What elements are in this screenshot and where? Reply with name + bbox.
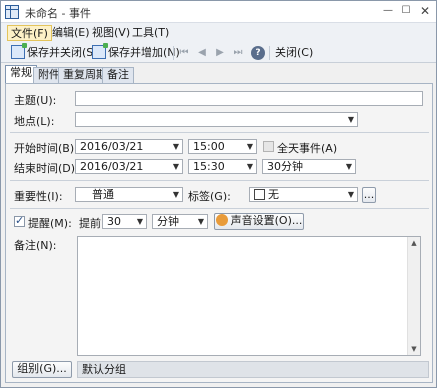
- reminder-amount-combobox[interactable]: 30 ▼: [102, 214, 147, 229]
- group-field: 默认分组: [77, 361, 429, 378]
- toolbar: 保存并关闭(S) 保存并增加(N) ⏮ ◀ ▶ ⏭ ? 关闭(C): [1, 43, 436, 63]
- notes-label: 备注(N):: [14, 239, 57, 252]
- scroll-down-icon[interactable]: ▼: [408, 343, 420, 355]
- duration-combobox[interactable]: 30分钟 ▼: [262, 159, 356, 174]
- help-icon[interactable]: ?: [251, 46, 265, 60]
- reminder-checkbox[interactable]: [14, 214, 25, 227]
- tab-notes[interactable]: 备注: [102, 67, 134, 83]
- end-time-value: 15:30: [193, 160, 225, 173]
- importance-label: 重要性(I):: [14, 190, 63, 203]
- toolbar-separator: [269, 46, 270, 60]
- location-combobox[interactable]: ▼: [75, 112, 358, 127]
- menu-edit[interactable]: 编辑(E): [49, 25, 93, 41]
- all-day-checkbox[interactable]: [263, 141, 274, 152]
- reminder-label: 提醒(M):: [28, 217, 72, 230]
- end-time-label: 结束时间(D):: [14, 162, 79, 175]
- end-date-value: 2016/03/21: [80, 160, 144, 173]
- reminder-unit-value: 分钟: [157, 215, 179, 228]
- save-close-button[interactable]: 保存并关闭(S): [11, 43, 98, 61]
- reminder-unit-combobox[interactable]: 分钟 ▼: [152, 214, 208, 229]
- chevron-down-icon[interactable]: ▼: [173, 188, 179, 201]
- menu-bar: 文件(F) 编辑(E) 视图(V) 工具(T): [1, 23, 436, 43]
- chevron-down-icon[interactable]: ▼: [247, 140, 253, 153]
- tag-label: 标签(G):: [188, 190, 231, 203]
- save-new-button[interactable]: 保存并增加(N): [92, 43, 180, 61]
- event-window: 未命名 - 事件 — ☐ ✕ 文件(F) 编辑(E) 视图(V) 工具(T) 保…: [0, 0, 437, 388]
- toolbar-separator: [173, 46, 174, 60]
- divider: [10, 208, 429, 209]
- sound-settings-button[interactable]: 声音设置(O)...: [214, 213, 304, 230]
- start-time-picker[interactable]: 15:00 ▼: [188, 139, 257, 154]
- importance-value: 普通: [92, 188, 114, 201]
- sound-icon: [215, 214, 228, 226]
- close-icon[interactable]: ✕: [418, 4, 432, 18]
- notes-scrollbar[interactable]: ▲ ▼: [407, 237, 420, 355]
- importance-combobox[interactable]: 普通 ▼: [75, 187, 183, 202]
- tag-value: 无: [268, 188, 279, 201]
- chevron-down-icon[interactable]: ▼: [346, 160, 352, 173]
- all-day-label: 全天事件(A): [277, 142, 338, 155]
- chevron-down-icon[interactable]: ▼: [173, 160, 179, 173]
- tag-combobox[interactable]: 无 ▼: [249, 187, 358, 202]
- tag-more-button[interactable]: ...: [362, 187, 376, 203]
- last-record-icon[interactable]: ⏭: [231, 46, 245, 60]
- subject-input[interactable]: [75, 91, 423, 106]
- start-date-value: 2016/03/21: [80, 140, 144, 153]
- next-record-icon[interactable]: ▶: [213, 46, 227, 60]
- start-date-picker[interactable]: 2016/03/21 ▼: [75, 139, 183, 154]
- window-title: 未命名 - 事件: [25, 7, 91, 20]
- save-close-icon: [11, 43, 27, 59]
- notes-textarea[interactable]: ▲ ▼: [77, 236, 421, 356]
- start-time-label: 开始时间(B):: [14, 142, 78, 155]
- scroll-up-icon[interactable]: ▲: [408, 237, 420, 249]
- chevron-down-icon[interactable]: ▼: [137, 215, 143, 228]
- divider: [10, 132, 429, 133]
- reminder-amount-value: 30: [107, 215, 121, 228]
- menu-tools[interactable]: 工具(T): [129, 25, 172, 41]
- tag-color-swatch: [254, 189, 265, 200]
- title-bar: 未命名 - 事件 — ☐ ✕: [1, 1, 436, 23]
- subject-label: 主题(U):: [14, 94, 57, 107]
- previous-record-icon[interactable]: ◀: [195, 46, 209, 60]
- first-record-icon[interactable]: ⏮: [177, 46, 191, 60]
- sound-settings-label: 声音设置(O)...: [230, 214, 303, 227]
- group-button[interactable]: 组别(G)...: [12, 361, 72, 378]
- calendar-grid-icon: [5, 5, 19, 19]
- start-time-value: 15:00: [193, 140, 225, 153]
- close-button[interactable]: 关闭(C): [275, 45, 313, 61]
- save-close-label: 保存并关闭(S): [27, 46, 98, 59]
- menu-view[interactable]: 视图(V): [89, 25, 133, 41]
- chevron-down-icon[interactable]: ▼: [173, 140, 179, 153]
- menu-file[interactable]: 文件(F): [7, 25, 52, 41]
- chevron-down-icon[interactable]: ▼: [198, 215, 204, 228]
- chevron-down-icon[interactable]: ▼: [348, 113, 354, 126]
- location-label: 地点(L):: [14, 115, 55, 128]
- minimize-icon[interactable]: —: [381, 4, 395, 18]
- duration-value: 30分钟: [267, 160, 303, 173]
- end-date-picker[interactable]: 2016/03/21 ▼: [75, 159, 183, 174]
- general-panel: 主题(U): 地点(L): ▼ 开始时间(B): 2016/03/21 ▼ 15…: [5, 83, 433, 383]
- tab-strip: 常规 附件 重复周期 备注: [1, 65, 436, 83]
- save-new-icon: [92, 43, 108, 59]
- end-time-picker[interactable]: 15:30 ▼: [188, 159, 257, 174]
- maximize-icon[interactable]: ☐: [399, 4, 413, 18]
- divider: [10, 180, 429, 181]
- chevron-down-icon[interactable]: ▼: [247, 160, 253, 173]
- reminder-before-label: 提前: [79, 217, 101, 230]
- chevron-down-icon[interactable]: ▼: [348, 188, 354, 201]
- save-new-label: 保存并增加(N): [108, 46, 180, 59]
